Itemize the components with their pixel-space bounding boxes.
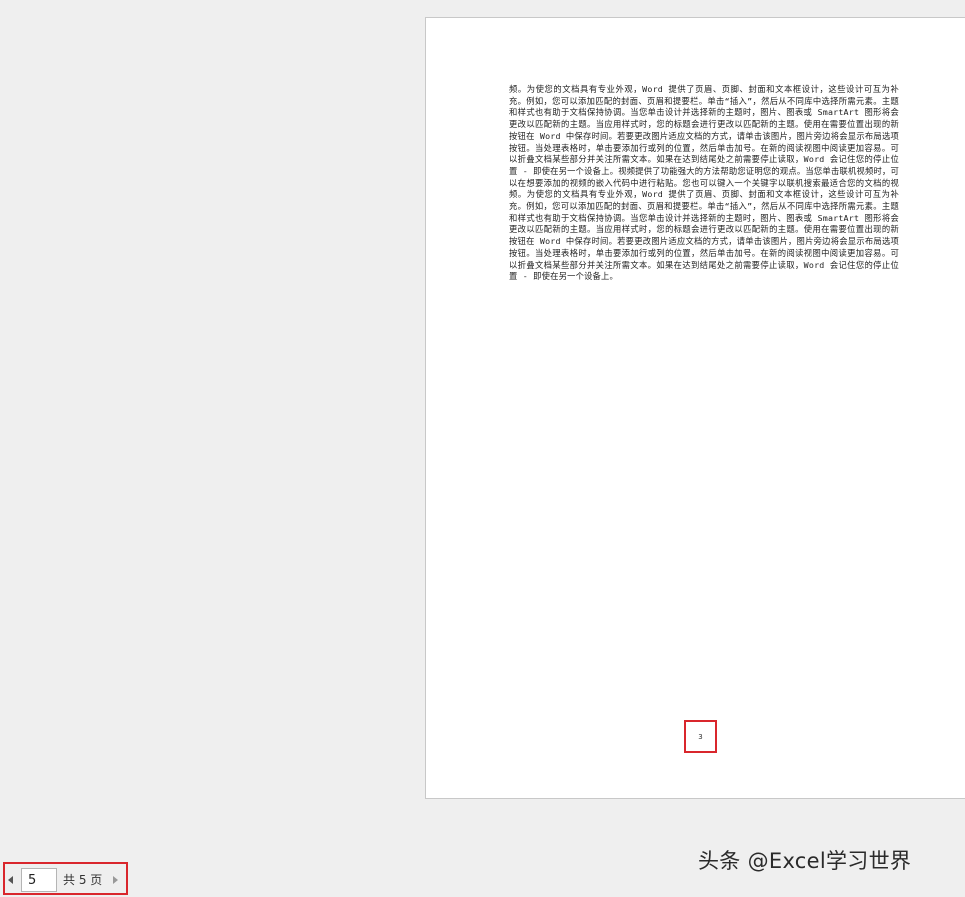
page-number-highlight: 3 <box>684 720 717 753</box>
page-body-text: 频。为使您的文档具有专业外观，Word 提供了页眉、页脚、封面和文本框设计，这些… <box>509 84 899 282</box>
page-navigator: 共 5 页 <box>3 862 128 895</box>
page-number: 3 <box>698 732 703 741</box>
current-page-input[interactable] <box>21 868 57 892</box>
total-pages-label: 共 5 页 <box>63 873 103 887</box>
document-page: 频。为使您的文档具有专业外观，Word 提供了页眉、页脚、封面和文本框设计，这些… <box>425 17 965 799</box>
print-preview-workspace: 频。为使您的文档具有专业外观，Word 提供了页眉、页脚、封面和文本框设计，这些… <box>0 0 965 897</box>
triangle-left-icon[interactable] <box>8 876 13 884</box>
watermark-text: 头条 @Excel学习世界 <box>698 849 912 873</box>
triangle-right-icon[interactable] <box>113 876 118 884</box>
